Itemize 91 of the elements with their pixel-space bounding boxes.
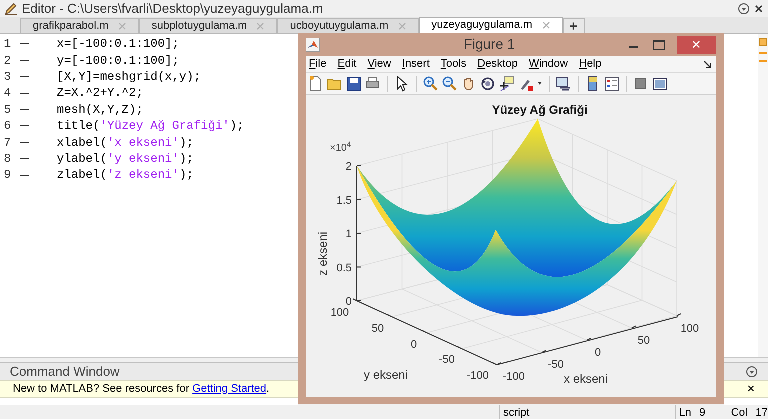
rotate-icon[interactable] <box>480 76 496 92</box>
close-icon[interactable] <box>754 4 764 14</box>
printer-icon[interactable] <box>365 76 381 92</box>
editor-tab[interactable]: grafikparabol.m <box>20 18 139 33</box>
menu-item[interactable]: Help <box>579 56 602 72</box>
line-number: 3 <box>3 68 12 86</box>
menu-item[interactable]: Tools <box>440 56 467 72</box>
zoom-out-icon[interactable] <box>442 76 458 92</box>
new-tab-button[interactable]: + <box>562 18 585 33</box>
pencil-icon <box>4 2 18 16</box>
code-line: Z=X.^2+Y.^2; <box>57 85 144 102</box>
menu-item[interactable]: Edit <box>338 56 357 72</box>
editor-tab[interactable]: ucboyutuygulama.m <box>277 18 419 33</box>
breakpoint-marker[interactable]: — <box>20 152 57 166</box>
tick-label: 2 <box>346 161 352 173</box>
line-number: 2 <box>3 52 12 70</box>
tick-label: 50 <box>372 323 384 335</box>
tick-label: 100 <box>330 307 350 319</box>
menu-item[interactable]: File <box>309 56 327 72</box>
tick-label: 50 <box>638 335 650 347</box>
menu-item[interactable]: Window <box>528 56 568 72</box>
data-cursor-icon[interactable] <box>499 76 515 92</box>
maximize-icon[interactable] <box>653 40 665 50</box>
command-input-area[interactable] <box>0 398 298 405</box>
menu-item[interactable]: View <box>368 56 392 72</box>
tick-label: -50 <box>439 354 455 366</box>
panel-title: Command Window <box>10 362 120 381</box>
code-line: mesh(X,Y,Z); <box>57 102 144 119</box>
line-number: 8 <box>3 150 12 168</box>
axis-label: z ekseni <box>316 232 330 276</box>
close-button[interactable]: ✕ <box>677 36 716 54</box>
tick-label: 1 <box>346 228 352 240</box>
window-title: Editor - C:\Users\fvarli\Desktop\yuzeyaguygulama.m <box>22 0 324 18</box>
breakpoint-marker[interactable]: — <box>20 136 57 150</box>
chart-title: Yüzey Ağ Grafiği <box>492 103 588 117</box>
window-icon[interactable] <box>652 76 668 92</box>
app-logo-icon <box>306 38 320 52</box>
line-number: 6 <box>3 118 12 136</box>
axis-label: x ekseni <box>564 372 608 386</box>
breakpoint-marker[interactable]: — <box>20 70 57 84</box>
code-line: zlabel('z ekseni'); <box>57 167 194 184</box>
menu-item[interactable]: Insert <box>402 56 430 72</box>
tick-label: 0 <box>410 339 418 351</box>
breakpoint-marker[interactable]: — <box>20 103 57 116</box>
editor-tab[interactable]: yuzeyaguygulama.m <box>418 17 563 33</box>
code-line: x=[-100:0.1:100]; <box>57 36 180 54</box>
tick-label: 0 <box>346 296 352 308</box>
status-label: Col <box>731 406 748 419</box>
status-indicator-icon <box>759 38 767 46</box>
close-button[interactable]: × <box>747 379 755 399</box>
code-line: y=[-100:0.1:100]; <box>57 52 180 70</box>
window-title: Figure 1 <box>462 35 516 54</box>
linked-plot-icon[interactable] <box>556 76 572 92</box>
line-number: 1 <box>3 36 12 54</box>
command-input-area[interactable] <box>724 398 768 405</box>
tick-label: -100 <box>466 370 490 382</box>
menu-item[interactable]: Desktop <box>478 56 518 72</box>
line-number: 9 <box>3 167 12 184</box>
breakpoint-marker[interactable]: — <box>20 86 57 100</box>
tick-label: 0 <box>594 347 602 359</box>
dropdown-icon[interactable] <box>746 366 758 378</box>
code-line: title('Yüzey Ağ Grafiği'); <box>57 118 244 136</box>
dock-arrow-icon[interactable] <box>704 60 711 68</box>
line-number: 5 <box>3 102 12 119</box>
status-value: 17 <box>754 406 768 419</box>
tick-label: 1.5 <box>336 194 352 207</box>
line-number: 7 <box>3 134 12 152</box>
save-icon[interactable] <box>346 76 362 92</box>
axis-exponent: ×10$^{4}$ <box>330 141 352 156</box>
new-file-icon[interactable] <box>308 76 324 92</box>
code-line: ylabel('y ekseni'); <box>57 150 194 168</box>
link[interactable]: Getting Started <box>192 382 267 395</box>
zoom-in-icon[interactable] <box>423 76 439 92</box>
tick-label: 0.5 <box>336 262 352 274</box>
tick-label: 100 <box>680 323 700 335</box>
line-number: 4 <box>3 85 12 102</box>
code-line: [X,Y]=meshgrid(x,y); <box>57 68 202 86</box>
tick-label: -100 <box>502 371 526 383</box>
square-icon[interactable] <box>633 76 649 92</box>
notice-text: New to MATLAB? See resources for Getting Started. <box>13 382 270 397</box>
breakpoint-marker[interactable]: — <box>20 168 57 182</box>
tick-label: -50 <box>548 359 564 371</box>
status-value: 9 <box>698 406 707 419</box>
breakpoint-marker[interactable]: — <box>20 37 57 51</box>
axis-label: y ekseni <box>364 368 408 382</box>
editor-tab[interactable]: subplotuygulama.m <box>138 18 278 33</box>
breakpoint-marker[interactable]: — <box>20 119 57 133</box>
breakpoint-marker[interactable]: — <box>20 54 57 68</box>
code-line: xlabel('x ekseni'); <box>57 134 194 152</box>
dropdown-icon[interactable] <box>738 2 750 14</box>
legend-icon[interactable] <box>604 76 620 92</box>
